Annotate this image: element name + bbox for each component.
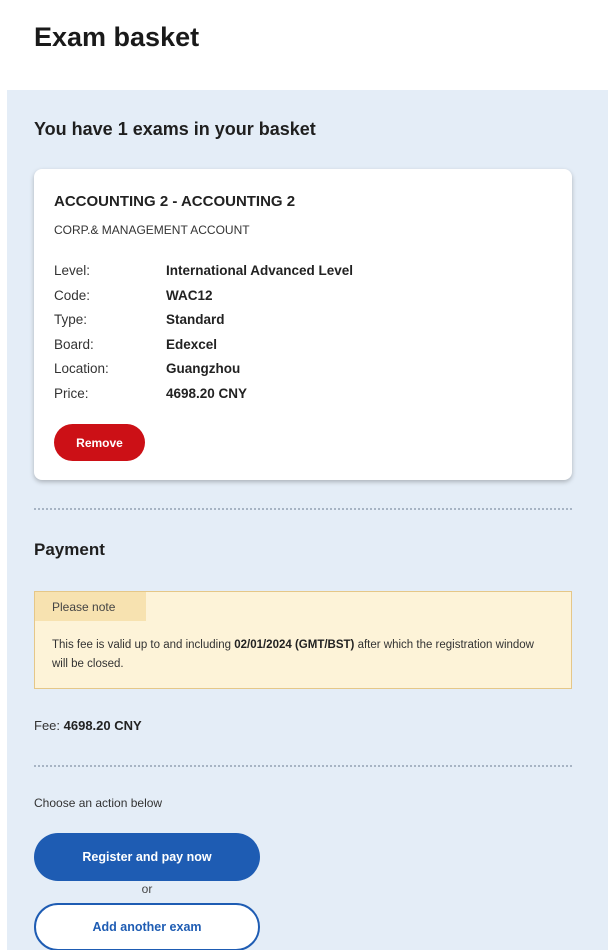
detail-label: Level: [54,263,91,278]
detail-label: Type: [54,312,88,327]
divider [34,765,572,767]
detail-value: WAC12 [166,288,213,303]
exam-title: ACCOUNTING 2 - ACCOUNTING 2 [54,193,296,210]
fee-validity-notice: Please note This fee is valid up to and … [34,591,572,689]
notice-date: 02/01/2024 [234,639,292,651]
or-separator: or [141,882,153,896]
page-title: Exam basket [34,22,200,52]
register-and-pay-button[interactable]: Register and pay now [34,833,260,881]
detail-label: Price: [54,386,89,401]
detail-label: Location: [54,361,109,376]
notice-text: This fee is valid up to and including 02… [52,636,552,674]
exam-subtitle: CORP.& MANAGEMENT ACCOUNT [54,223,250,237]
exam-card: ACCOUNTING 2 - ACCOUNTING 2 CORP.& MANAG… [34,169,572,480]
remove-button[interactable]: Remove [54,424,145,461]
notice-timezone: (GMT/BST) [294,639,355,651]
fee-line: Fee: 4698.20 CNY [34,718,142,733]
basket-panel: You have 1 exams in your basket ACCOUNTI… [7,90,608,950]
detail-value: International Advanced Level [166,263,354,278]
action-prompt: Choose an action below [34,796,163,810]
detail-label: Code: [54,288,91,303]
notice-label: Please note [35,592,146,621]
fee-label: Fee: [34,718,64,733]
detail-value: 4698.20 CNY [166,386,248,401]
detail-value: Standard [166,312,225,327]
add-another-exam-button[interactable]: Add another exam [34,903,260,950]
detail-value: Edexcel [166,337,218,352]
detail-label: Board: [54,337,94,352]
fee-amount: 4698.20 CNY [63,718,142,733]
notice-text-before: This fee is valid up to and including [52,639,235,651]
detail-value: Guangzhou [166,361,241,376]
divider [34,508,572,510]
payment-heading: Payment [34,540,105,559]
basket-heading: You have 1 exams in your basket [34,119,316,139]
